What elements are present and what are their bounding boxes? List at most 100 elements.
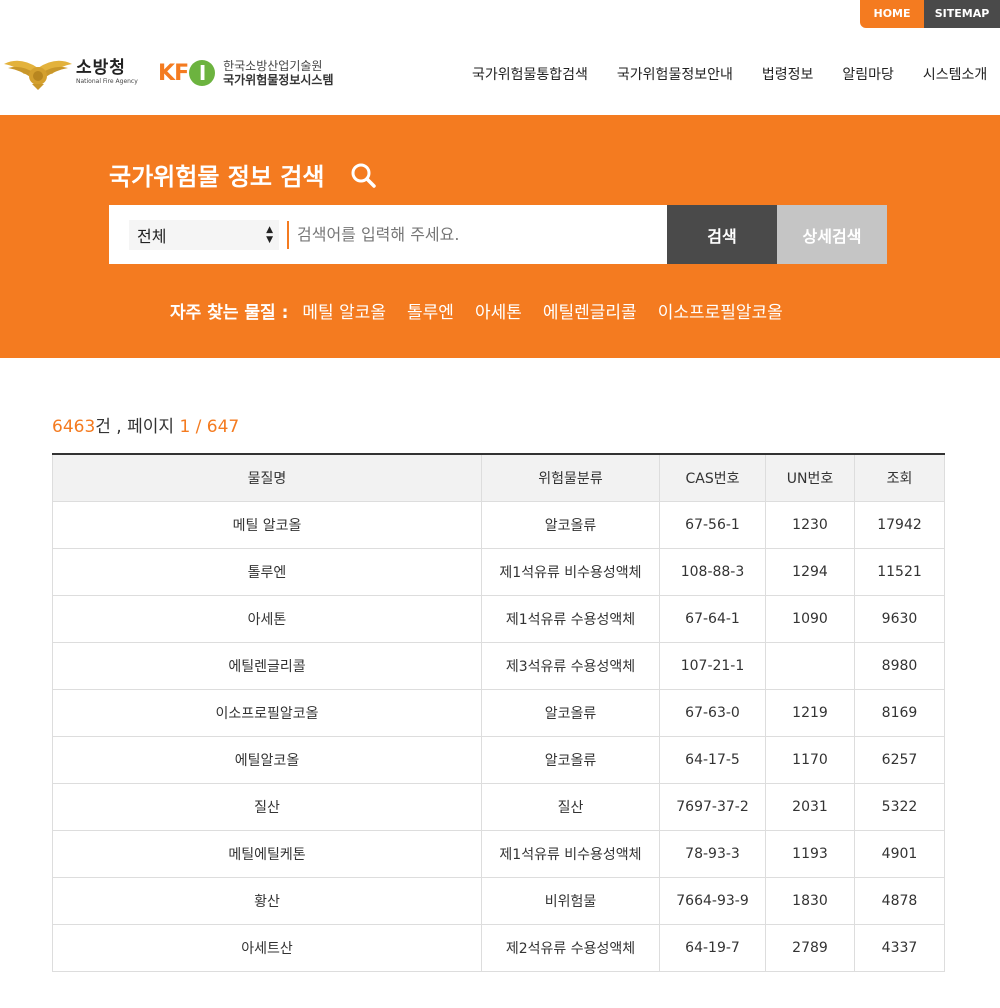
nav-integrated-search[interactable]: 국가위험물통합검색 — [472, 64, 588, 84]
home-link[interactable]: HOME — [860, 0, 924, 28]
field-divider — [287, 221, 289, 249]
kfi-logo[interactable]: KF I 한국소방산업기술원 국가위험물정보시스템 — [158, 48, 334, 98]
kfi-mark-icon: KF I — [158, 60, 216, 86]
cell-substance-name[interactable]: 아세트산 — [52, 923, 482, 972]
cell-cas-number: 67-63-0 — [659, 688, 766, 737]
cell-un-number: 2031 — [765, 782, 855, 831]
site-header: 소방청 National Fire Agency KF I 한국소방산업기술원 국… — [0, 28, 1000, 115]
nav-info-guide[interactable]: 국가위험물정보안내 — [617, 64, 733, 84]
cell-views: 9630 — [854, 594, 945, 643]
cell-hazard-class: 제2석유류 수용성액체 — [481, 923, 660, 972]
cell-substance-name[interactable]: 이소프로필알코올 — [52, 688, 482, 737]
col-cas-number: CAS번호 — [659, 454, 766, 502]
cell-views: 17942 — [854, 500, 945, 549]
category-select[interactable]: 전체 ▲ ▼ — [129, 220, 279, 250]
col-hazard-class: 위험물분류 — [481, 454, 660, 502]
cell-un-number — [765, 641, 855, 690]
frequent-label: 자주 찾는 물질 : — [170, 303, 289, 323]
col-substance-name: 물질명 — [52, 454, 482, 502]
table-row[interactable]: 질산 질산 7697-37-2 2031 5322 — [52, 782, 945, 831]
cell-views: 6257 — [854, 735, 945, 784]
cell-cas-number: 7664-93-9 — [659, 876, 766, 925]
result-count: 6463 — [52, 417, 96, 437]
nav-law-info[interactable]: 법령정보 — [762, 64, 814, 84]
table-row[interactable]: 에틸렌글리콜 제3석유류 수용성액체 107-21-1 8980 — [52, 641, 945, 690]
cell-hazard-class: 비위험물 — [481, 876, 660, 925]
col-un-number: UN번호 — [765, 454, 855, 502]
cell-views: 8169 — [854, 688, 945, 737]
nav-notice[interactable]: 알림마당 — [842, 64, 894, 84]
cell-cas-number: 64-19-7 — [659, 923, 766, 972]
cell-substance-name[interactable]: 메틸 알코올 — [52, 500, 482, 549]
cell-hazard-class: 제1석유류 수용성액체 — [481, 594, 660, 643]
cell-un-number: 1830 — [765, 876, 855, 925]
agency-name-kr: 소방청 — [76, 58, 126, 78]
cell-views: 4337 — [854, 923, 945, 972]
main-nav: 국가위험물통합검색 국가위험물정보안내 법령정보 알림마당 시스템소개 — [472, 64, 1000, 84]
cell-substance-name[interactable]: 질산 — [52, 782, 482, 831]
cell-cas-number: 108-88-3 — [659, 547, 766, 596]
search-band: 국가위험물 정보 검색 전체 ▲▼ 검색 상세검색 자주 찾는 물질 : 메틸 … — [0, 115, 1000, 358]
search-icon — [351, 163, 377, 188]
cell-cas-number: 7697-37-2 — [659, 782, 766, 831]
cell-un-number: 2789 — [765, 923, 855, 972]
cell-substance-name[interactable]: 에틸렌글리콜 — [52, 641, 482, 690]
cell-hazard-class: 질산 — [481, 782, 660, 831]
cell-views: 8980 — [854, 641, 945, 690]
cell-hazard-class: 알코올류 — [481, 688, 660, 737]
search-title: 국가위험물 정보 검색 — [109, 157, 377, 192]
agency-name-en: National Fire Agency — [76, 78, 138, 85]
table-row[interactable]: 에틸알코올 알코올류 64-17-5 1170 6257 — [52, 735, 945, 784]
cell-substance-name[interactable]: 아세톤 — [52, 594, 482, 643]
cell-un-number: 1193 — [765, 829, 855, 878]
search-box: 전체 ▲▼ 검색 상세검색 — [109, 205, 887, 264]
sitemap-link[interactable]: SITEMAP — [924, 0, 1000, 28]
frequent-item[interactable]: 메틸 알코올 — [302, 298, 386, 323]
cell-un-number: 1230 — [765, 500, 855, 549]
table-row[interactable]: 황산 비위험물 7664-93-9 1830 4878 — [52, 876, 945, 925]
search-button[interactable]: 검색 — [667, 205, 777, 264]
frequent-item[interactable]: 이소프로필알코올 — [658, 298, 783, 323]
cell-un-number: 1219 — [765, 688, 855, 737]
table-row[interactable]: 메틸에틸케톤 제1석유류 비수용성액체 78-93-3 1193 4901 — [52, 829, 945, 878]
frequent-item[interactable]: 아세톤 — [475, 298, 522, 323]
table-row[interactable]: 메틸 알코올 알코올류 67-56-1 1230 17942 — [52, 500, 945, 549]
cell-views: 11521 — [854, 547, 945, 596]
page-indicator: 1 / 647 — [179, 417, 240, 437]
cell-cas-number: 107-21-1 — [659, 641, 766, 690]
system-name: 국가위험물정보시스템 — [223, 73, 334, 87]
cell-views: 5322 — [854, 782, 945, 831]
table-row[interactable]: 이소프로필알코올 알코올류 67-63-0 1219 8169 — [52, 688, 945, 737]
cell-substance-name[interactable]: 에틸알코올 — [52, 735, 482, 784]
result-summary: 6463건 , 페이지 1 / 647 — [52, 412, 239, 437]
search-field: 전체 ▲ ▼ — [109, 205, 667, 264]
cell-substance-name[interactable]: 메틸에틸케톤 — [52, 829, 482, 878]
fire-agency-emblem-icon — [4, 60, 72, 90]
table-row[interactable]: 아세톤 제1석유류 수용성액체 67-64-1 1090 9630 — [52, 594, 945, 643]
results-table: 물질명 위험물분류 CAS번호 UN번호 조회 메틸 알코올 알코올류 67-56-… — [52, 453, 945, 972]
table-row[interactable]: 아세트산 제2석유류 수용성액체 64-19-7 2789 4337 — [52, 923, 945, 972]
cell-hazard-class: 알코올류 — [481, 735, 660, 784]
cell-substance-name[interactable]: 톨루엔 — [52, 547, 482, 596]
detail-search-button[interactable]: 상세검색 — [777, 205, 887, 264]
table-row[interactable]: 톨루엔 제1석유류 비수용성액체 108-88-3 1294 11521 — [52, 547, 945, 596]
select-arrows-icon: ▲ ▼ — [266, 225, 273, 245]
frequent-item[interactable]: 에틸렌글리콜 — [543, 298, 637, 323]
nav-system-intro[interactable]: 시스템소개 — [923, 64, 987, 84]
col-views: 조회 — [854, 454, 945, 502]
cell-un-number: 1294 — [765, 547, 855, 596]
cell-views: 4901 — [854, 829, 945, 878]
cell-substance-name[interactable]: 황산 — [52, 876, 482, 925]
cell-views: 4878 — [854, 876, 945, 925]
frequent-substances: 자주 찾는 물질 : 메틸 알코올 톨루엔 아세톤 에틸렌글리콜 이소프로필알코… — [170, 298, 804, 323]
kfi-name: 한국소방산업기술원 — [223, 59, 323, 73]
cell-cas-number: 64-17-5 — [659, 735, 766, 784]
cell-cas-number: 67-64-1 — [659, 594, 766, 643]
national-fire-agency-logo[interactable]: 소방청 National Fire Agency — [2, 50, 140, 94]
frequent-item[interactable]: 톨루엔 — [407, 298, 454, 323]
cell-un-number: 1170 — [765, 735, 855, 784]
table-header-row: 물질명 위험물분류 CAS번호 UN번호 조회 — [52, 454, 945, 502]
cell-hazard-class: 제1석유류 비수용성액체 — [481, 547, 660, 596]
utility-bar: HOME SITEMAP — [860, 0, 1000, 28]
search-input[interactable] — [297, 219, 657, 249]
